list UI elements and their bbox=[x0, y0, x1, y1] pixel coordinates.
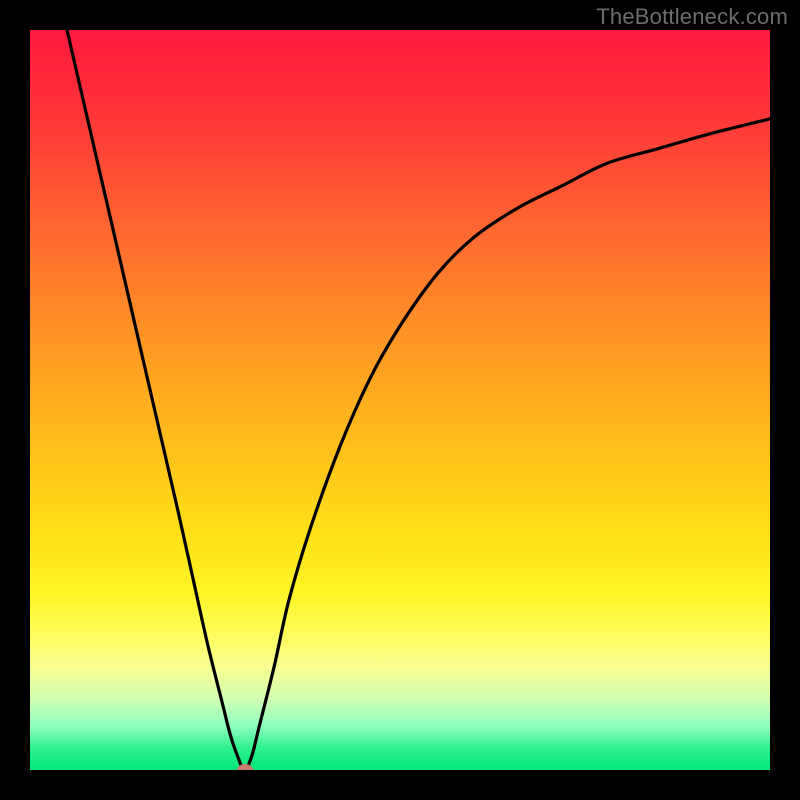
plot-area bbox=[30, 30, 770, 770]
chart-frame: TheBottleneck.com bbox=[0, 0, 800, 800]
bottleneck-curve bbox=[30, 30, 770, 770]
watermark-text: TheBottleneck.com bbox=[596, 4, 788, 30]
optimal-point-marker bbox=[237, 764, 253, 770]
